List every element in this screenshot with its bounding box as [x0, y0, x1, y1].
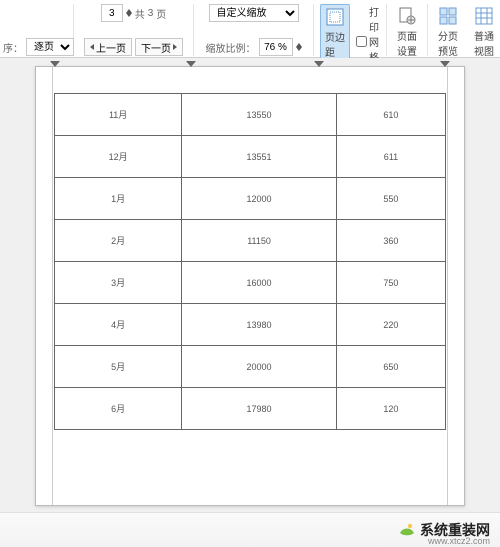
next-page-button[interactable]: 下一页 — [135, 38, 183, 56]
normal-view-button[interactable]: 普通视图 — [470, 4, 498, 60]
next-page-label: 下一页 — [141, 40, 171, 55]
margins-icon — [325, 7, 345, 27]
margin-handle[interactable] — [186, 61, 196, 67]
print-options-group: 打印网格线 页眉页脚 — [350, 4, 387, 56]
table-cell: 12月 — [55, 136, 182, 178]
table-cell: 11月 — [55, 94, 182, 136]
margin-handle[interactable] — [314, 61, 324, 67]
data-table: 11月1355061012月135516111月120005502月111503… — [54, 93, 446, 430]
page-spin-down-icon[interactable] — [126, 13, 132, 17]
table-cell: 3月 — [55, 262, 182, 304]
table-cell: 13980 — [182, 304, 337, 346]
page-preview: 11月1355061012月135516111月120005502月111503… — [35, 66, 465, 506]
table-row: 2月11150360 — [55, 220, 446, 262]
table-cell: 12000 — [182, 178, 337, 220]
table-cell: 220 — [336, 304, 445, 346]
table-cell: 5月 — [55, 346, 182, 388]
gridlines-check-input[interactable] — [356, 36, 367, 47]
order-label: 序： — [3, 40, 23, 55]
page-break-preview-button[interactable]: 分页预览 — [434, 4, 462, 60]
page-setup-icon — [397, 6, 417, 26]
table-row: 1月12000550 — [55, 178, 446, 220]
print-order-group: 序： 逐页打印 — [4, 4, 74, 56]
zoom-ratio-label: 缩放比例： — [206, 40, 256, 55]
table-cell: 2月 — [55, 220, 182, 262]
arrow-left-icon — [90, 44, 94, 50]
arrow-right-icon — [173, 44, 177, 50]
prev-page-button[interactable]: 上一页 — [84, 38, 132, 56]
table-cell: 13551 — [182, 136, 337, 178]
preview-workarea: 11月1355061012月135516111月120005502月111503… — [0, 58, 500, 512]
table-cell: 650 — [336, 346, 445, 388]
table-row: 6月17980120 — [55, 388, 446, 430]
table-cell: 13550 — [182, 94, 337, 136]
page-number-input[interactable] — [101, 4, 123, 22]
table-cell: 360 — [336, 220, 445, 262]
page-break-group: 分页预览 — [428, 4, 464, 56]
margin-handle[interactable] — [440, 61, 450, 67]
margins-button[interactable]: 页边距 — [320, 4, 350, 62]
page-total: 3 — [148, 8, 154, 19]
table-cell: 120 — [336, 388, 445, 430]
table-cell: 20000 — [182, 346, 337, 388]
normal-view-label: 普通视图 — [474, 28, 494, 58]
print-preview-ribbon: 序： 逐页打印 共 3 页 上一页 下一页 — [0, 0, 500, 58]
print-order-select[interactable]: 逐页打印 — [26, 38, 74, 56]
table-cell: 17980 — [182, 388, 337, 430]
table-row: 5月20000650 — [55, 346, 446, 388]
zoom-spin-down-icon[interactable] — [296, 47, 302, 51]
table-cell: 16000 — [182, 262, 337, 304]
margin-handles — [36, 61, 464, 67]
normal-view-icon — [474, 6, 494, 26]
page-setup-button[interactable]: 页面设置 — [393, 4, 421, 60]
margins-group: 页边距 — [314, 4, 350, 56]
watermark-url: www.xtcz2.com — [428, 536, 490, 546]
page-break-label: 分页预览 — [438, 28, 458, 58]
table-cell: 6月 — [55, 388, 182, 430]
page-nav-group: 共 3 页 上一页 下一页 — [74, 4, 194, 56]
page-total-prefix: 共 — [135, 6, 145, 21]
watermark-logo-icon — [398, 521, 416, 539]
table-row: 4月13980220 — [55, 304, 446, 346]
table-row: 11月13550610 — [55, 94, 446, 136]
table-cell: 611 — [336, 136, 445, 178]
table-cell: 750 — [336, 262, 445, 304]
table-cell: 610 — [336, 94, 445, 136]
table-cell: 11150 — [182, 220, 337, 262]
page-setup-group: 页面设置 — [387, 4, 428, 56]
margin-handle[interactable] — [50, 61, 60, 67]
page-total-suffix: 页 — [156, 6, 166, 21]
page-setup-label: 页面设置 — [397, 28, 417, 58]
watermark-bar: 系统重装网 www.xtcz2.com — [0, 512, 500, 547]
zoom-ratio-input[interactable] — [259, 38, 293, 56]
table-cell: 4月 — [55, 304, 182, 346]
table-cell: 550 — [336, 178, 445, 220]
zoom-mode-select[interactable]: 自定义缩放 — [209, 4, 299, 22]
normal-view-group: 普通视图 — [464, 4, 500, 56]
table-cell: 1月 — [55, 178, 182, 220]
table-row: 12月13551611 — [55, 136, 446, 178]
margins-label: 页边距 — [325, 29, 345, 59]
page-break-icon — [438, 6, 458, 26]
zoom-group: 自定义缩放 缩放比例： — [194, 4, 314, 56]
prev-page-label: 上一页 — [96, 40, 126, 55]
table-row: 3月16000750 — [55, 262, 446, 304]
